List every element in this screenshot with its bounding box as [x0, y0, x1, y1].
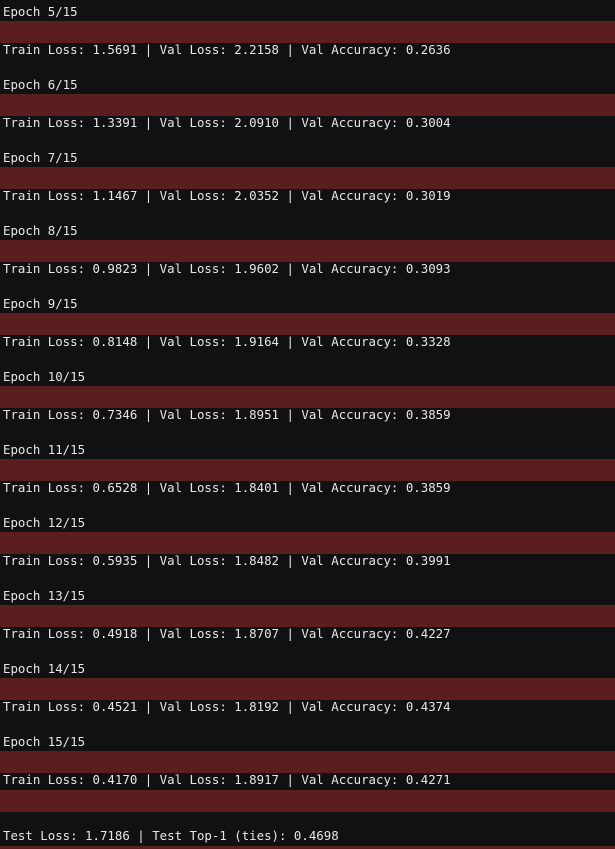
epoch-metrics: Train Loss: 1.1467 | Val Loss: 2.0352 | … [3, 188, 451, 203]
epoch-metrics: Train Loss: 0.4170 | Val Loss: 1.8917 | … [3, 772, 451, 787]
epoch-header: Epoch 7/15 [3, 150, 78, 165]
stderr-progress-bar [0, 94, 615, 116]
test-result: Test Loss: 1.7186 | Test Top-1 (ties): 0… [3, 828, 339, 843]
stderr-progress-bar [0, 313, 615, 335]
stderr-progress-bar [0, 790, 615, 812]
epoch-metrics: Train Loss: 0.4918 | Val Loss: 1.8707 | … [3, 626, 451, 641]
stderr-progress-bar [0, 678, 615, 700]
notebook-output-area: Epoch 5/15 Train Loss: 1.5691 | Val Loss… [0, 0, 615, 849]
epoch-header: Epoch 15/15 [3, 734, 86, 749]
epoch-metrics: Train Loss: 1.3391 | Val Loss: 2.0910 | … [3, 115, 451, 130]
stderr-progress-bar [0, 751, 615, 773]
stderr-progress-bar [0, 240, 615, 262]
epoch-metrics: Train Loss: 0.9823 | Val Loss: 1.9602 | … [3, 261, 451, 276]
epoch-header: Epoch 11/15 [3, 442, 86, 457]
epoch-metrics: Train Loss: 0.8148 | Val Loss: 1.9164 | … [3, 334, 451, 349]
stderr-progress-bar [0, 605, 615, 627]
epoch-header: Epoch 12/15 [3, 515, 86, 530]
epoch-header: Epoch 10/15 [3, 369, 86, 384]
epoch-metrics: Train Loss: 0.4521 | Val Loss: 1.8192 | … [3, 699, 451, 714]
stderr-progress-bar [0, 386, 615, 408]
stderr-progress-bar [0, 21, 615, 43]
stderr-progress-bar [0, 459, 615, 481]
epoch-metrics: Train Loss: 0.6528 | Val Loss: 1.8401 | … [3, 480, 451, 495]
epoch-header: Epoch 5/15 [3, 4, 78, 19]
epoch-metrics: Train Loss: 1.5691 | Val Loss: 2.2158 | … [3, 42, 451, 57]
epoch-header: Epoch 9/15 [3, 296, 78, 311]
epoch-header: Epoch 13/15 [3, 588, 86, 603]
stderr-progress-bar [0, 167, 615, 189]
epoch-header: Epoch 8/15 [3, 223, 78, 238]
epoch-header: Epoch 14/15 [3, 661, 86, 676]
stderr-progress-bar [0, 532, 615, 554]
epoch-metrics: Train Loss: 0.7346 | Val Loss: 1.8951 | … [3, 407, 451, 422]
epoch-header: Epoch 6/15 [3, 77, 78, 92]
epoch-metrics: Train Loss: 0.5935 | Val Loss: 1.8482 | … [3, 553, 451, 568]
